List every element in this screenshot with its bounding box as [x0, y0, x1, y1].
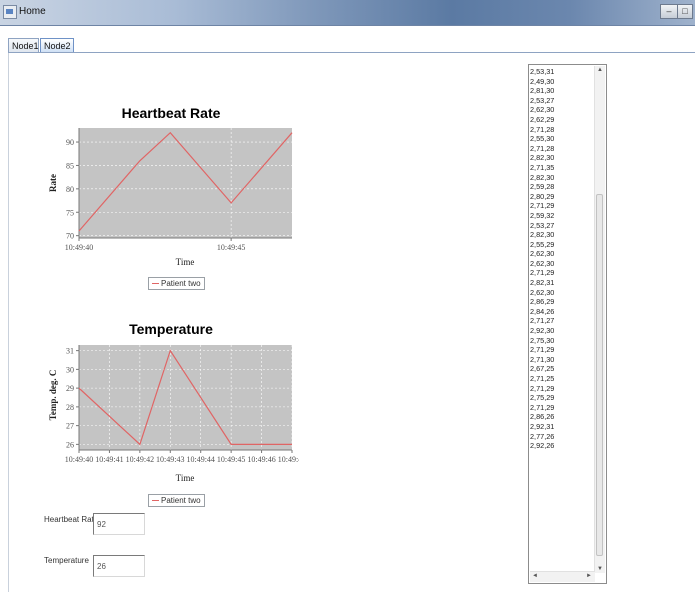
list-item[interactable]: 2,86,29 — [530, 297, 596, 307]
list-item[interactable]: 2,81,30 — [530, 86, 596, 96]
y-tick-label: 75 — [66, 208, 74, 217]
y-axis-label: Rate — [48, 174, 58, 192]
list-item[interactable]: 2,53,27 — [530, 221, 596, 231]
list-item[interactable]: 2,80,29 — [530, 192, 596, 202]
app-icon — [3, 5, 17, 19]
list-item[interactable]: 2,55,30 — [530, 134, 596, 144]
list-item[interactable]: 2,62,30 — [530, 259, 596, 269]
panel-border — [8, 53, 9, 592]
chart-legend: Patient two — [148, 277, 205, 290]
tab-node2[interactable]: Node2 — [40, 38, 74, 52]
list-item[interactable]: 2,55,29 — [530, 240, 596, 250]
restore-button[interactable]: □ — [677, 4, 693, 19]
list-item[interactable]: 2,71,29 — [530, 268, 596, 278]
y-tick-label: 29 — [66, 384, 74, 393]
temperature-label: Temperature — [44, 556, 89, 565]
y-tick-label: 30 — [66, 365, 74, 374]
list-item[interactable]: 2,62,29 — [530, 115, 596, 125]
list-item[interactable]: 2,71,35 — [530, 163, 596, 173]
x-tick-label: 10:49:45 — [217, 243, 245, 252]
plot-area — [79, 345, 292, 450]
x-tick-label: 10:49:46 — [247, 455, 275, 464]
list-item[interactable]: 2,62,30 — [530, 249, 596, 259]
x-tick-label: 10:49:47 — [278, 455, 299, 464]
legend-swatch — [152, 500, 159, 502]
list-item[interactable]: 2,53,31 — [530, 67, 596, 77]
y-tick-label: 31 — [66, 347, 74, 356]
readings-rows: 2,53,31 2,49,30 2,81,30 2,53,27 2,62,30 2,62,… — [530, 67, 596, 451]
list-item[interactable]: 2,71,29 — [530, 403, 596, 413]
y-tick-label: 70 — [66, 232, 74, 241]
list-item[interactable]: 2,82,30 — [530, 173, 596, 183]
heartbeat-chart: Heartbeat Rate 70 75 80 85 90 10:49:40 10:49:4… — [43, 99, 299, 290]
x-axis-label: Time — [176, 257, 195, 267]
x-tick-label: 10:49:45 — [217, 455, 245, 464]
temperature-chart: Temperature 26 27 28 29 30 31 10:49:40 10:49:41… — [43, 317, 299, 507]
x-axis-label: Time — [176, 473, 195, 483]
list-item[interactable]: 2,62,30 — [530, 288, 596, 298]
x-tick-label: 10:49:40 — [65, 455, 93, 464]
list-item[interactable]: 2,75,29 — [530, 393, 596, 403]
list-item[interactable]: 2,59,32 — [530, 211, 596, 221]
x-tick-label: 10:49:44 — [186, 455, 214, 464]
y-tick-label: 26 — [66, 440, 74, 449]
x-tick-label: 10:49:42 — [126, 455, 154, 464]
vertical-scrollbar[interactable]: ▲ ▼ — [594, 66, 605, 573]
heartbeat-plot: 70 75 80 85 90 10:49:40 10:49:45 Rate Time — [48, 128, 293, 267]
list-item[interactable]: 2,84,26 — [530, 307, 596, 317]
scroll-right-icon[interactable]: ► — [586, 573, 592, 579]
y-tick-label: 28 — [66, 403, 74, 412]
minimize-button[interactable]: – — [660, 4, 678, 19]
temperature-plot: 26272829303110:49:40 10:49:41 10:49:42 10:4… — [48, 345, 299, 483]
x-tick-label: 10:49:41 — [95, 455, 123, 464]
list-item[interactable]: 2,86,26 — [530, 412, 596, 422]
list-item[interactable]: 2,49,30 — [530, 77, 596, 87]
x-tick-label: 10:49:40 — [65, 243, 93, 252]
tab-node1[interactable]: Node1 — [8, 38, 39, 52]
y-tick-label: 27 — [66, 422, 74, 431]
list-item[interactable]: 2,71,29 — [530, 384, 596, 394]
list-item[interactable]: 2,59,28 — [530, 182, 596, 192]
chart-legend: Patient two — [148, 494, 205, 507]
scroll-left-icon[interactable]: ◄ — [532, 573, 538, 579]
list-item[interactable]: 2,82,31 — [530, 278, 596, 288]
x-tick-label: 10:49:43 — [156, 455, 184, 464]
list-item[interactable]: 2,75,30 — [530, 336, 596, 346]
list-item[interactable]: 2,71,25 — [530, 374, 596, 384]
list-item[interactable]: 2,71,29 — [530, 201, 596, 211]
list-item[interactable]: 2,92,26 — [530, 441, 596, 451]
y-tick-label: 85 — [66, 161, 74, 170]
temperature-field[interactable]: 26 — [93, 555, 145, 577]
y-axis-label: Temp. deg. C — [48, 370, 58, 421]
list-item[interactable]: 2,53,27 — [530, 96, 596, 106]
list-item[interactable]: 2,71,29 — [530, 345, 596, 355]
list-item[interactable]: 2,71,28 — [530, 144, 596, 154]
list-item[interactable]: 2,82,30 — [530, 230, 596, 240]
tab-divider — [8, 52, 695, 53]
heartbeat-rate-label: Heartbeat Rate — [44, 515, 99, 524]
y-tick-label: 80 — [66, 185, 74, 194]
legend-label: Patient two — [161, 279, 201, 288]
list-item[interactable]: 2,71,27 — [530, 316, 596, 326]
list-item[interactable]: 2,77,26 — [530, 432, 596, 442]
y-tick-label: 90 — [66, 138, 74, 147]
scroll-thumb[interactable] — [596, 194, 603, 556]
list-item[interactable]: 2,92,31 — [530, 422, 596, 432]
list-item[interactable]: 2,82,30 — [530, 153, 596, 163]
horizontal-scrollbar[interactable]: ◄ ► — [530, 571, 595, 582]
plot-area — [79, 128, 292, 238]
list-item[interactable]: 2,92,30 — [530, 326, 596, 336]
readings-list[interactable]: 2,53,31 2,49,30 2,81,30 2,53,27 2,62,30 2,62,… — [528, 64, 607, 584]
list-item[interactable]: 2,67,25 — [530, 364, 596, 374]
legend-swatch — [152, 283, 159, 285]
scroll-up-icon[interactable]: ▲ — [597, 67, 603, 73]
legend-label: Patient two — [161, 496, 201, 505]
list-item[interactable]: 2,71,28 — [530, 125, 596, 135]
scroll-down-icon[interactable]: ▼ — [597, 566, 603, 572]
window-title: Home — [19, 6, 46, 17]
window-titlebar: Home – □ — [0, 0, 695, 26]
heartbeat-rate-field[interactable]: 92 — [93, 513, 145, 535]
list-item[interactable]: 2,71,30 — [530, 355, 596, 365]
list-item[interactable]: 2,62,30 — [530, 105, 596, 115]
